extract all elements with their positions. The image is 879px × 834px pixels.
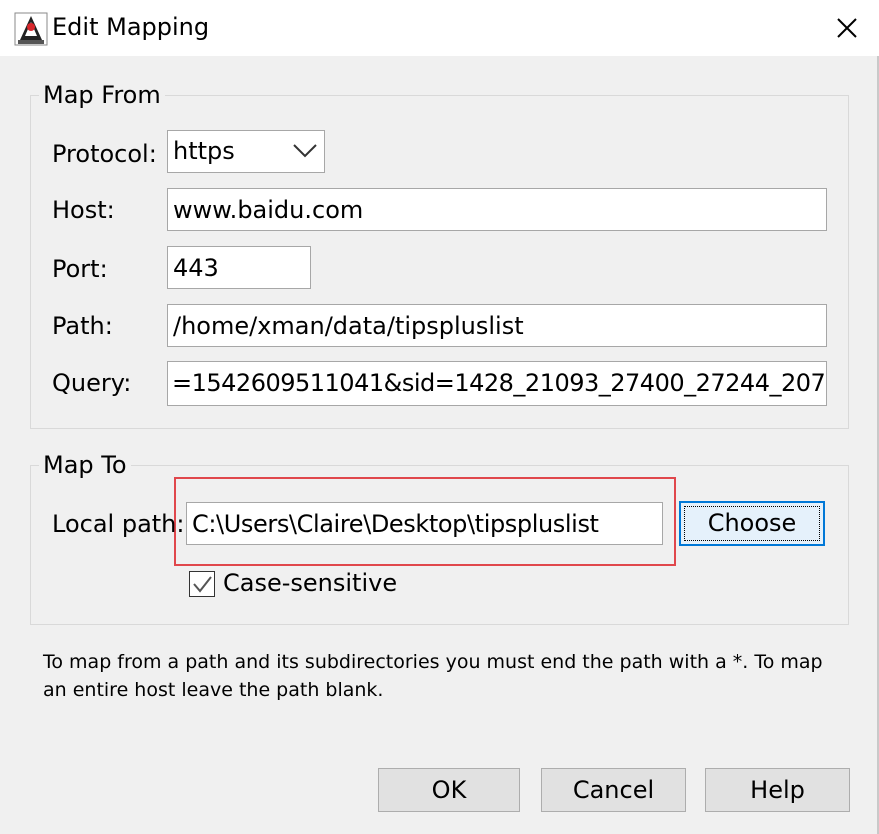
protocol-select[interactable]: https	[167, 130, 325, 173]
map-from-title: Map From	[39, 81, 165, 109]
ok-button[interactable]: OK	[378, 768, 520, 812]
title-bar: Edit Mapping	[0, 0, 879, 56]
checkmark-icon	[193, 576, 212, 593]
host-input[interactable]	[167, 188, 827, 231]
window-title: Edit Mapping	[52, 13, 210, 41]
query-input[interactable]: =1542609511041&sid=1428_21093_27400_2724…	[167, 361, 827, 406]
cancel-button[interactable]: Cancel	[541, 768, 686, 812]
port-input[interactable]	[167, 246, 311, 289]
help-button[interactable]: Help	[705, 768, 850, 812]
protocol-value: https	[173, 137, 235, 165]
query-label: Query:	[52, 369, 132, 397]
case-sensitive-label: Case-sensitive	[223, 569, 398, 597]
chevron-down-icon	[293, 144, 317, 158]
path-input[interactable]	[167, 304, 827, 347]
local-path-label: Local path:	[52, 510, 185, 538]
java-duke-icon	[14, 12, 48, 46]
case-sensitive-checkbox[interactable]	[189, 571, 215, 597]
path-label: Path:	[52, 312, 113, 340]
choose-label: Choose	[707, 509, 797, 537]
hint-text: To map from a path and its subdirectorie…	[43, 651, 823, 701]
local-path-input[interactable]	[186, 502, 663, 545]
map-to-title: Map To	[39, 451, 131, 479]
host-label: Host:	[52, 196, 115, 224]
close-icon	[837, 18, 857, 38]
port-label: Port:	[52, 255, 108, 283]
close-button[interactable]	[815, 0, 879, 56]
protocol-label: Protocol:	[52, 140, 157, 168]
choose-button[interactable]: Choose	[679, 501, 825, 546]
query-value: =1542609511041&sid=1428_21093_27400_2724…	[172, 369, 827, 397]
